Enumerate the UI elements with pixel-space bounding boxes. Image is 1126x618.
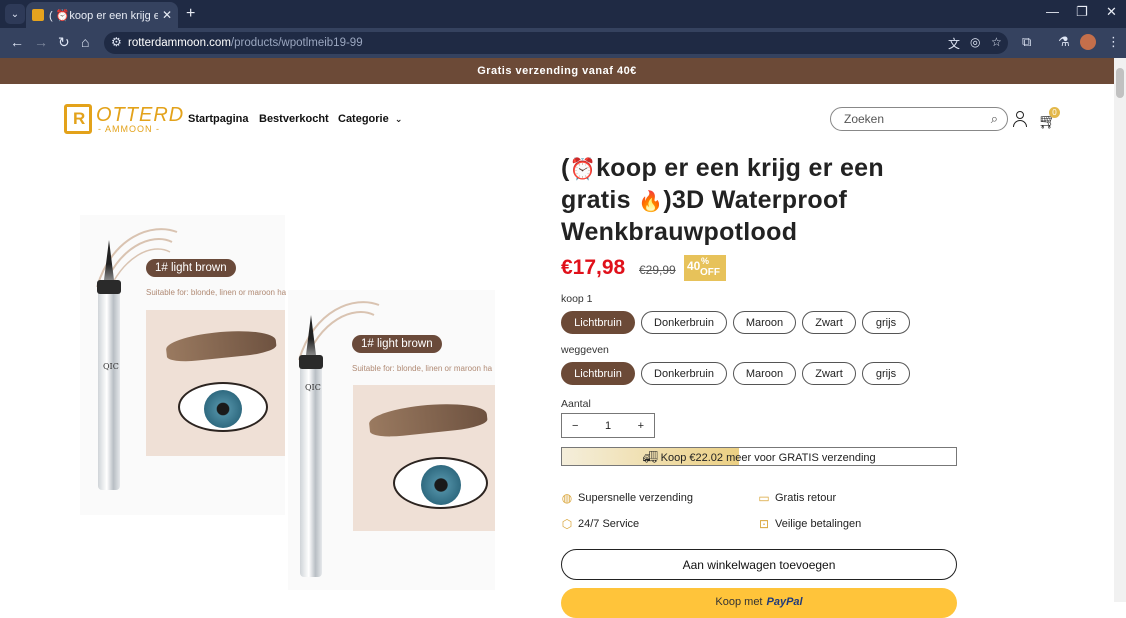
nav-startpagina[interactable]: Startpagina: [188, 113, 249, 125]
eye-photo-2: [353, 385, 495, 531]
back-icon[interactable]: ←: [10, 34, 24, 50]
option2-color-zwart[interactable]: Zwart: [802, 362, 856, 385]
alarm-clock-icon: ⏰: [569, 158, 597, 181]
pencil-product: QIC: [97, 240, 121, 490]
option1-color-lichtbruin[interactable]: Lichtbruin: [561, 311, 635, 334]
product-image-front: QIC 1# light brown Suitable for: blonde,…: [288, 290, 495, 590]
add-to-cart-button[interactable]: Aan winkelwagen toevoegen: [561, 549, 957, 580]
option1-color-grijs[interactable]: grijs: [862, 311, 910, 334]
feature-secure-payment: ⊡ Veilige betalingen: [758, 517, 862, 531]
new-tab-icon[interactable]: +: [186, 5, 195, 23]
site-favicon-icon: [32, 9, 44, 21]
feature-fast-shipping: ◍ Supersnelle verzending: [561, 491, 693, 505]
suitable-text: Suitable for: blonde, linen or maroon ha: [146, 288, 286, 297]
product-title: (⏰koop er een krijg er een gratis 🔥)3D W…: [561, 154, 884, 246]
option1-color-maroon[interactable]: Maroon: [733, 311, 796, 334]
option2-color-maroon[interactable]: Maroon: [733, 362, 796, 385]
box-icon: ⬡: [561, 517, 573, 531]
option1-label: koop 1: [561, 293, 593, 305]
feature-service: ⬡ 24/7 Service: [561, 517, 640, 531]
url-path: /products/wpotlmeib19-99: [230, 37, 363, 49]
globe-icon: ◍: [561, 491, 573, 505]
reload-icon[interactable]: ↻: [58, 34, 70, 51]
truck-outline-icon: ▭: [758, 491, 770, 505]
extensions-icon[interactable]: ⧉: [1022, 34, 1031, 50]
paypal-logo: PayPal: [766, 596, 803, 608]
restore-icon[interactable]: ❐: [1076, 4, 1088, 20]
close-tab-icon[interactable]: ✕: [162, 8, 172, 22]
free-shipping-progress: 🚚︎ Koop €22.02 meer voor GRATIS verzendi…: [561, 447, 957, 466]
truck-icon: 🚚︎: [642, 449, 658, 464]
brand-label-2: QIC: [305, 383, 321, 392]
search-input[interactable]: Zoeken ⌕: [830, 107, 1008, 131]
product-price: €17,98: [561, 256, 626, 279]
announcement-bar: Gratis verzending vanaf 40€: [0, 58, 1114, 84]
url-host: rotterdammoon.com: [128, 37, 231, 49]
quantity-input[interactable]: 1: [605, 420, 611, 432]
compare-price: €29,99: [639, 263, 676, 277]
gift-icon: ⊡: [758, 517, 770, 531]
scrollbar-thumb[interactable]: [1116, 68, 1124, 98]
labs-icon[interactable]: ⚗: [1058, 34, 1070, 50]
nav-categorie-label: Categorie: [338, 113, 389, 125]
discount-badge: 40 % OFF: [684, 255, 726, 281]
eye-off-icon[interactable]: ◎: [970, 35, 980, 49]
cart-count-badge: 0: [1049, 107, 1060, 118]
quantity-decrease-button[interactable]: −: [572, 420, 578, 432]
paypal-button[interactable]: Koop met PayPal: [561, 588, 957, 618]
home-icon[interactable]: ⌂: [81, 34, 89, 50]
minimize-icon[interactable]: —: [1046, 4, 1059, 19]
shipping-message: 🚚︎ Koop €22.02 meer voor GRATIS verzendi…: [642, 449, 876, 464]
product-image-gallery[interactable]: QIC 1# light brown Suitable for: blonde,…: [80, 215, 495, 595]
quantity-stepper: − 1 +: [561, 413, 655, 438]
browser-tab-bar: ⌄ ( ⏰koop er een krijg er een gra ✕ + — …: [0, 0, 1126, 28]
option1-color-donkerbruin[interactable]: Donkerbruin: [641, 311, 727, 334]
eye-photo: [146, 310, 285, 456]
chevron-down-icon: ⌄: [394, 114, 403, 124]
option2-color-lichtbruin[interactable]: Lichtbruin: [561, 362, 635, 385]
option2-color-donkerbruin[interactable]: Donkerbruin: [641, 362, 727, 385]
shade-label-2: 1# light brown: [352, 335, 442, 353]
browser-tab[interactable]: ( ⏰koop er een krijg er een gra ✕: [26, 2, 178, 28]
quantity-label: Aantal: [561, 398, 591, 410]
paypal-prefix: Koop met: [715, 596, 763, 608]
product-image-back: QIC 1# light brown Suitable for: blonde,…: [80, 215, 286, 515]
close-window-icon[interactable]: ✕: [1106, 4, 1117, 20]
logo-text-sub: - AMMOON -: [98, 124, 160, 134]
tab-title: ( ⏰koop er een krijg er een gra: [49, 9, 158, 22]
account-icon[interactable]: [1012, 110, 1028, 128]
browser-toolbar: ← → ↻ ⌂ ⚙ rotterdammoon.com/products/wpo…: [0, 28, 1126, 58]
forward-icon[interactable]: →: [34, 34, 48, 50]
translate-icon[interactable]: 文: [948, 35, 960, 52]
site-logo[interactable]: R OTTERD - AMMOON -: [64, 104, 183, 134]
brand-label: QIC: [103, 362, 119, 371]
fire-icon: 🔥: [638, 191, 664, 213]
search-icon[interactable]: ⌕: [991, 111, 998, 127]
pencil-product-2: QIC: [299, 315, 323, 577]
profile-avatar[interactable]: [1080, 34, 1096, 50]
menu-kebab-icon[interactable]: ⋮: [1107, 34, 1120, 50]
site-info-icon[interactable]: ⚙: [111, 35, 122, 49]
nav-bestverkocht[interactable]: Bestverkocht: [259, 113, 329, 125]
option2-color-grijs[interactable]: grijs: [862, 362, 910, 385]
logo-mark: R: [64, 104, 92, 134]
address-bar[interactable]: ⚙ rotterdammoon.com/products/wpotlmeib19…: [104, 32, 1008, 54]
shade-label: 1# light brown: [146, 259, 236, 277]
search-placeholder: Zoeken: [844, 112, 885, 126]
page-scrollbar[interactable]: [1114, 58, 1126, 602]
bookmark-star-icon[interactable]: ☆: [991, 35, 1002, 49]
suitable-text-2: Suitable for: blonde, linen or maroon ha: [352, 364, 493, 373]
feature-free-returns: ▭ Gratis retour: [758, 491, 837, 505]
nav-categorie[interactable]: Categorie ⌄: [338, 113, 402, 125]
option2-label: weggeven: [561, 344, 609, 356]
tab-search-button[interactable]: ⌄: [5, 4, 25, 24]
quantity-increase-button[interactable]: +: [638, 420, 644, 432]
option1-color-zwart[interactable]: Zwart: [802, 311, 856, 334]
